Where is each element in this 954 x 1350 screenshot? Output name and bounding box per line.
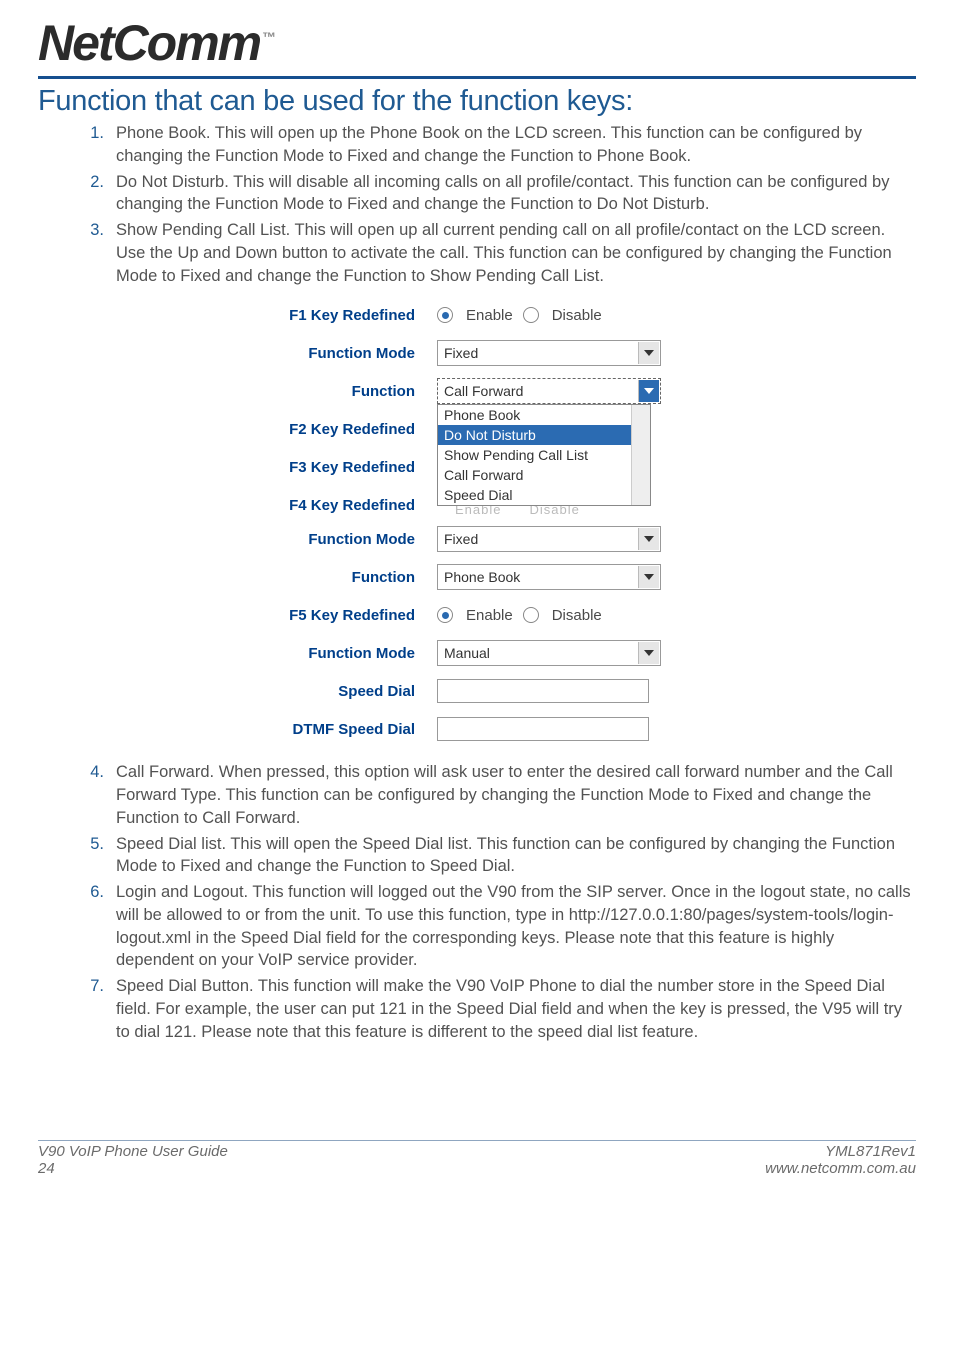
list-item: 6. Login and Logout. This function will l… — [76, 881, 916, 972]
f5-enable-radio[interactable] — [437, 607, 453, 623]
list-item: 1. Phone Book. This will open up the Phon… — [76, 122, 916, 168]
footer-doc-title: V90 VoIP Phone User Guide — [38, 1143, 228, 1160]
f5-key-redefined-label: F5 Key Redefined — [207, 607, 437, 624]
footer-doc-rev: YML871Rev1 — [825, 1143, 916, 1160]
header-divider — [38, 76, 916, 79]
f3-key-redefined-label: F3 Key Redefined — [207, 459, 437, 476]
function-mode-select-1[interactable]: Fixed — [437, 340, 661, 366]
function-label-1: Function — [207, 383, 437, 400]
footer-divider — [38, 1140, 916, 1141]
function-label-2: Function — [207, 569, 437, 586]
brand-text: NetComm™ — [38, 18, 276, 68]
f5-disable-label: Disable — [552, 607, 602, 624]
list-text: Login and Logout. This function will log… — [116, 883, 911, 969]
list-number: 2. — [76, 171, 104, 194]
f1-enable-radio[interactable] — [437, 307, 453, 323]
list-text: Speed Dial list. This will open the Spee… — [116, 835, 895, 876]
function-select-1[interactable]: Call Forward — [437, 378, 661, 404]
dropdown-arrow-icon — [638, 642, 659, 664]
page-title: Function that can be used for the functi… — [38, 85, 916, 118]
list-text: Phone Book. This will open up the Phone … — [116, 124, 862, 165]
function-mode-select-3[interactable]: Manual — [437, 640, 661, 666]
list-item: 5. Speed Dial list. This will open the Sp… — [76, 833, 916, 879]
list-text: Call Forward. When pressed, this option … — [116, 763, 893, 827]
function-mode-label-3: Function Mode — [207, 645, 437, 662]
footer-page-number: 24 — [38, 1160, 55, 1177]
list-item: 2. Do Not Disturb. This will disable all … — [76, 171, 916, 217]
speed-dial-input[interactable] — [437, 679, 649, 703]
f4-key-redefined-label: F4 Key Redefined — [207, 497, 437, 514]
dropdown-arrow-icon — [638, 528, 659, 550]
dtmf-speed-dial-label: DTMF Speed Dial — [207, 721, 437, 738]
function-mode-label-2: Function Mode — [207, 531, 437, 548]
instructions-list-top: 1. Phone Book. This will open up the Phon… — [76, 122, 916, 287]
footer-url: www.netcomm.com.au — [765, 1160, 916, 1177]
list-item: 3. Show Pending Call List. This will open… — [76, 219, 916, 287]
f1-key-redefined-label: F1 Key Redefined — [207, 307, 437, 324]
trademark-icon: ™ — [262, 29, 276, 45]
list-number: 7. — [76, 975, 104, 998]
function-mode-select-2[interactable]: Fixed — [437, 526, 661, 552]
function-dropdown-list: Phone BookDo Not DisturbShow Pending Cal… — [437, 404, 651, 506]
function-mode-label-1: Function Mode — [207, 345, 437, 362]
settings-form: F1 Key Redefined Enable Disable Function… — [207, 301, 747, 743]
list-number: 3. — [76, 219, 104, 242]
function-value-2: Phone Book — [444, 569, 520, 585]
speed-dial-label: Speed Dial — [207, 683, 437, 700]
dropdown-option[interactable]: Do Not Disturb — [438, 425, 650, 445]
list-number: 1. — [76, 122, 104, 145]
page-footer: V90 VoIP Phone User Guide YML871Rev1 24 … — [0, 1134, 954, 1183]
dropdown-option[interactable]: Call Forward — [438, 465, 650, 485]
dropdown-option[interactable]: Speed Dial — [438, 485, 650, 505]
dropdown-arrow-icon — [638, 342, 659, 364]
list-text: Show Pending Call List. This will open u… — [116, 221, 892, 285]
list-number: 5. — [76, 833, 104, 856]
f5-enable-label: Enable — [466, 607, 513, 624]
list-item: 4. Call Forward. When pressed, this optio… — [76, 761, 916, 829]
dropdown-option[interactable]: Phone Book — [438, 405, 650, 425]
dropdown-arrow-icon — [638, 380, 659, 402]
f1-enable-label: Enable — [466, 307, 513, 324]
f1-disable-label: Disable — [552, 307, 602, 324]
f1-disable-radio[interactable] — [523, 307, 539, 323]
dropdown-option[interactable]: Show Pending Call List — [438, 445, 650, 465]
instructions-list-bottom: 4. Call Forward. When pressed, this optio… — [76, 761, 916, 1043]
f5-radio-group: Enable Disable — [437, 607, 602, 624]
function-mode-value-1: Fixed — [444, 345, 478, 361]
list-text: Do Not Disturb. This will disable all in… — [116, 173, 889, 214]
f1-radio-group: Enable Disable — [437, 307, 602, 324]
list-number: 6. — [76, 881, 104, 904]
dropdown-arrow-icon — [638, 566, 659, 588]
dtmf-speed-dial-input[interactable] — [437, 717, 649, 741]
function-mode-value-3: Manual — [444, 645, 490, 661]
list-item: 7. Speed Dial Button. This function will … — [76, 975, 916, 1043]
list-number: 4. — [76, 761, 104, 784]
f5-disable-radio[interactable] — [523, 607, 539, 623]
function-select-2[interactable]: Phone Book — [437, 564, 661, 590]
f2-key-redefined-label: F2 Key Redefined — [207, 421, 437, 438]
function-mode-value-2: Fixed — [444, 531, 478, 547]
function-value-1: Call Forward — [444, 383, 523, 399]
brand-logo: NetComm™ — [38, 18, 916, 68]
list-text: Speed Dial Button. This function will ma… — [116, 977, 902, 1041]
dropdown-scrollbar[interactable] — [631, 405, 650, 505]
